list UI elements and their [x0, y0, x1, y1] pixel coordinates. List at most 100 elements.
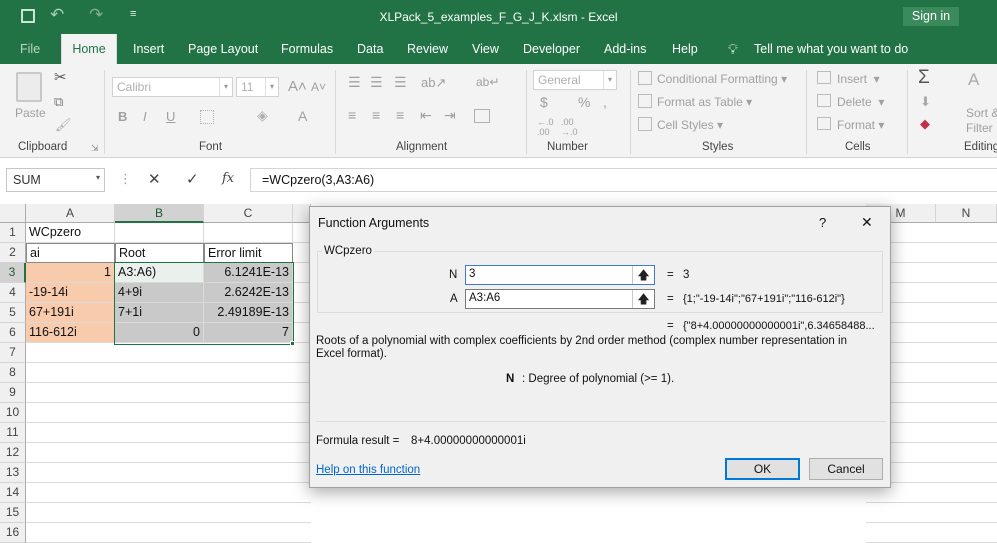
row-header-14[interactable]: 14 — [0, 483, 26, 503]
row-header-3[interactable]: 3 — [0, 263, 26, 283]
column-header-a[interactable]: A — [26, 204, 115, 223]
cut-icon[interactable]: ✂ — [54, 68, 67, 86]
row-header-13[interactable]: 13 — [0, 463, 26, 483]
select-all-corner[interactable] — [0, 204, 26, 223]
comma-icon[interactable]: , — [603, 94, 607, 110]
name-box[interactable]: SUM ▾ — [6, 168, 105, 192]
row-header-4[interactable]: 4 — [0, 283, 26, 303]
underline-button[interactable]: U — [166, 109, 175, 124]
paste-button[interactable]: Paste — [15, 106, 46, 120]
align-top-icon[interactable]: ☰ — [348, 74, 361, 91]
align-middle-icon[interactable]: ☰ — [370, 74, 383, 91]
tab-insert[interactable]: Insert — [133, 34, 164, 64]
tab-help[interactable]: Help — [672, 34, 698, 64]
insert-function-icon[interactable]: fx — [222, 171, 234, 186]
row-header-11[interactable]: 11 — [0, 423, 26, 443]
collapse-dialog-icon[interactable]: 🡅 — [632, 290, 654, 308]
format-cells-button[interactable]: Format ▾ — [837, 118, 884, 132]
autosum-icon[interactable]: Σ — [918, 67, 930, 89]
cell-a4[interactable]: -19-14i — [26, 283, 115, 303]
number-format-combo[interactable]: General ▾ — [533, 70, 617, 90]
insert-cells-button[interactable]: Insert ▾ — [837, 72, 880, 86]
fill-handle[interactable] — [290, 341, 295, 346]
cell-styles-button[interactable]: Cell Styles ▾ — [657, 118, 723, 132]
fill-color-icon[interactable]: ◈ — [257, 107, 268, 124]
collapse-dialog-icon[interactable]: 🡅 — [632, 266, 654, 284]
wrap-text-icon[interactable]: ab↵ — [476, 75, 499, 89]
tab-file[interactable]: File — [20, 34, 40, 64]
cell-a3[interactable]: 1 — [26, 263, 115, 283]
increase-decimal-icon[interactable]: ←.0.00 — [537, 117, 554, 137]
font-size-combo[interactable]: 11 ▾ — [236, 77, 279, 97]
dialog-launcher-icon[interactable]: ⇲ — [91, 143, 99, 154]
sort-filter-button[interactable]: Sort & — [966, 106, 997, 120]
tab-formulas[interactable]: Formulas — [281, 34, 333, 64]
row-header-1[interactable]: 1 — [0, 223, 26, 243]
column-header-c[interactable]: C — [204, 204, 293, 223]
tab-home[interactable]: Home — [61, 34, 117, 64]
align-right-icon[interactable]: ≡ — [396, 107, 404, 123]
cell-a6[interactable]: 116-612i — [26, 323, 115, 343]
font-name-combo[interactable]: Calibri ▾ — [112, 77, 233, 97]
sort-filter-icon[interactable]: A — [968, 70, 979, 90]
paste-icon[interactable] — [16, 72, 42, 102]
merge-center-icon[interactable] — [474, 109, 490, 123]
tab-data[interactable]: Data — [357, 34, 383, 64]
help-link[interactable]: Help on this function — [316, 464, 420, 476]
tab-add-ins[interactable]: Add-ins — [604, 34, 646, 64]
row-header-10[interactable]: 10 — [0, 403, 26, 423]
tab-developer[interactable]: Developer — [523, 34, 580, 64]
orientation-icon[interactable]: ab↗ — [421, 75, 446, 91]
formula-input[interactable]: =WCpzero(3,A3:A6) — [250, 168, 997, 192]
cell-c1[interactable] — [204, 223, 293, 243]
percent-icon[interactable]: % — [578, 94, 590, 110]
increase-indent-icon[interactable]: ⇥ — [444, 107, 456, 124]
cell-c2[interactable]: Error limit — [204, 243, 293, 263]
align-left-icon[interactable]: ≡ — [348, 107, 356, 123]
fill-icon[interactable]: ⬇ — [920, 94, 931, 110]
cell-b1[interactable] — [115, 223, 204, 243]
row-header-16[interactable]: 16 — [0, 523, 26, 543]
cell-a1[interactable]: WCpzero — [26, 223, 115, 243]
font-color-icon[interactable]: A — [298, 108, 307, 124]
sign-in-button[interactable]: Sign in — [903, 7, 959, 26]
format-painter-icon[interactable]: 🖌︎ — [55, 117, 72, 133]
row-header-8[interactable]: 8 — [0, 363, 26, 383]
clear-icon[interactable]: ◆ — [920, 116, 930, 132]
cell-a2[interactable]: ai — [26, 243, 115, 263]
copy-icon[interactable]: ⧉ — [54, 94, 63, 110]
row-header-7[interactable]: 7 — [0, 343, 26, 363]
arg-a-input[interactable]: A3:A6 🡅 — [465, 289, 655, 309]
row-header-15[interactable]: 15 — [0, 503, 26, 523]
enter-entry-icon[interactable]: ✓ — [186, 170, 199, 188]
row-header-2[interactable]: 2 — [0, 243, 26, 263]
cancel-entry-icon[interactable]: ✕ — [148, 170, 161, 188]
conditional-formatting-button[interactable]: Conditional Formatting ▾ — [657, 72, 787, 86]
format-as-table-button[interactable]: Format as Table ▾ — [657, 95, 752, 109]
row-header-9[interactable]: 9 — [0, 383, 26, 403]
tab-page-layout[interactable]: Page Layout — [188, 34, 258, 64]
currency-icon[interactable]: $ — [540, 94, 548, 110]
cell-b2[interactable]: Root — [115, 243, 204, 263]
tab-view[interactable]: View — [472, 34, 499, 64]
row-header-12[interactable]: 12 — [0, 443, 26, 463]
row-header-6[interactable]: 6 — [0, 323, 26, 343]
row-header-5[interactable]: 5 — [0, 303, 26, 323]
tell-me-search[interactable]: Tell me what you want to do — [754, 34, 908, 64]
decrease-font-icon[interactable]: A˅ — [311, 80, 326, 94]
delete-cells-button[interactable]: Delete ▾ — [837, 95, 884, 109]
increase-font-icon[interactable]: A˄ — [288, 78, 307, 95]
column-header-b[interactable]: B — [115, 204, 204, 223]
align-bottom-icon[interactable]: ☰ — [394, 74, 407, 91]
borders-icon[interactable] — [200, 110, 214, 124]
italic-button[interactable]: I — [143, 109, 147, 124]
column-header-n[interactable]: N — [936, 204, 997, 223]
bold-button[interactable]: B — [118, 109, 127, 124]
decrease-indent-icon[interactable]: ⇤ — [420, 107, 432, 124]
decrease-decimal-icon[interactable]: .00 →.0 — [561, 117, 578, 137]
ok-button[interactable]: OK — [725, 458, 800, 480]
arg-n-input[interactable]: 3 🡅 — [465, 265, 655, 285]
cancel-button[interactable]: Cancel — [809, 458, 883, 480]
align-center-icon[interactable]: ≡ — [372, 107, 380, 123]
tab-review[interactable]: Review — [407, 34, 448, 64]
